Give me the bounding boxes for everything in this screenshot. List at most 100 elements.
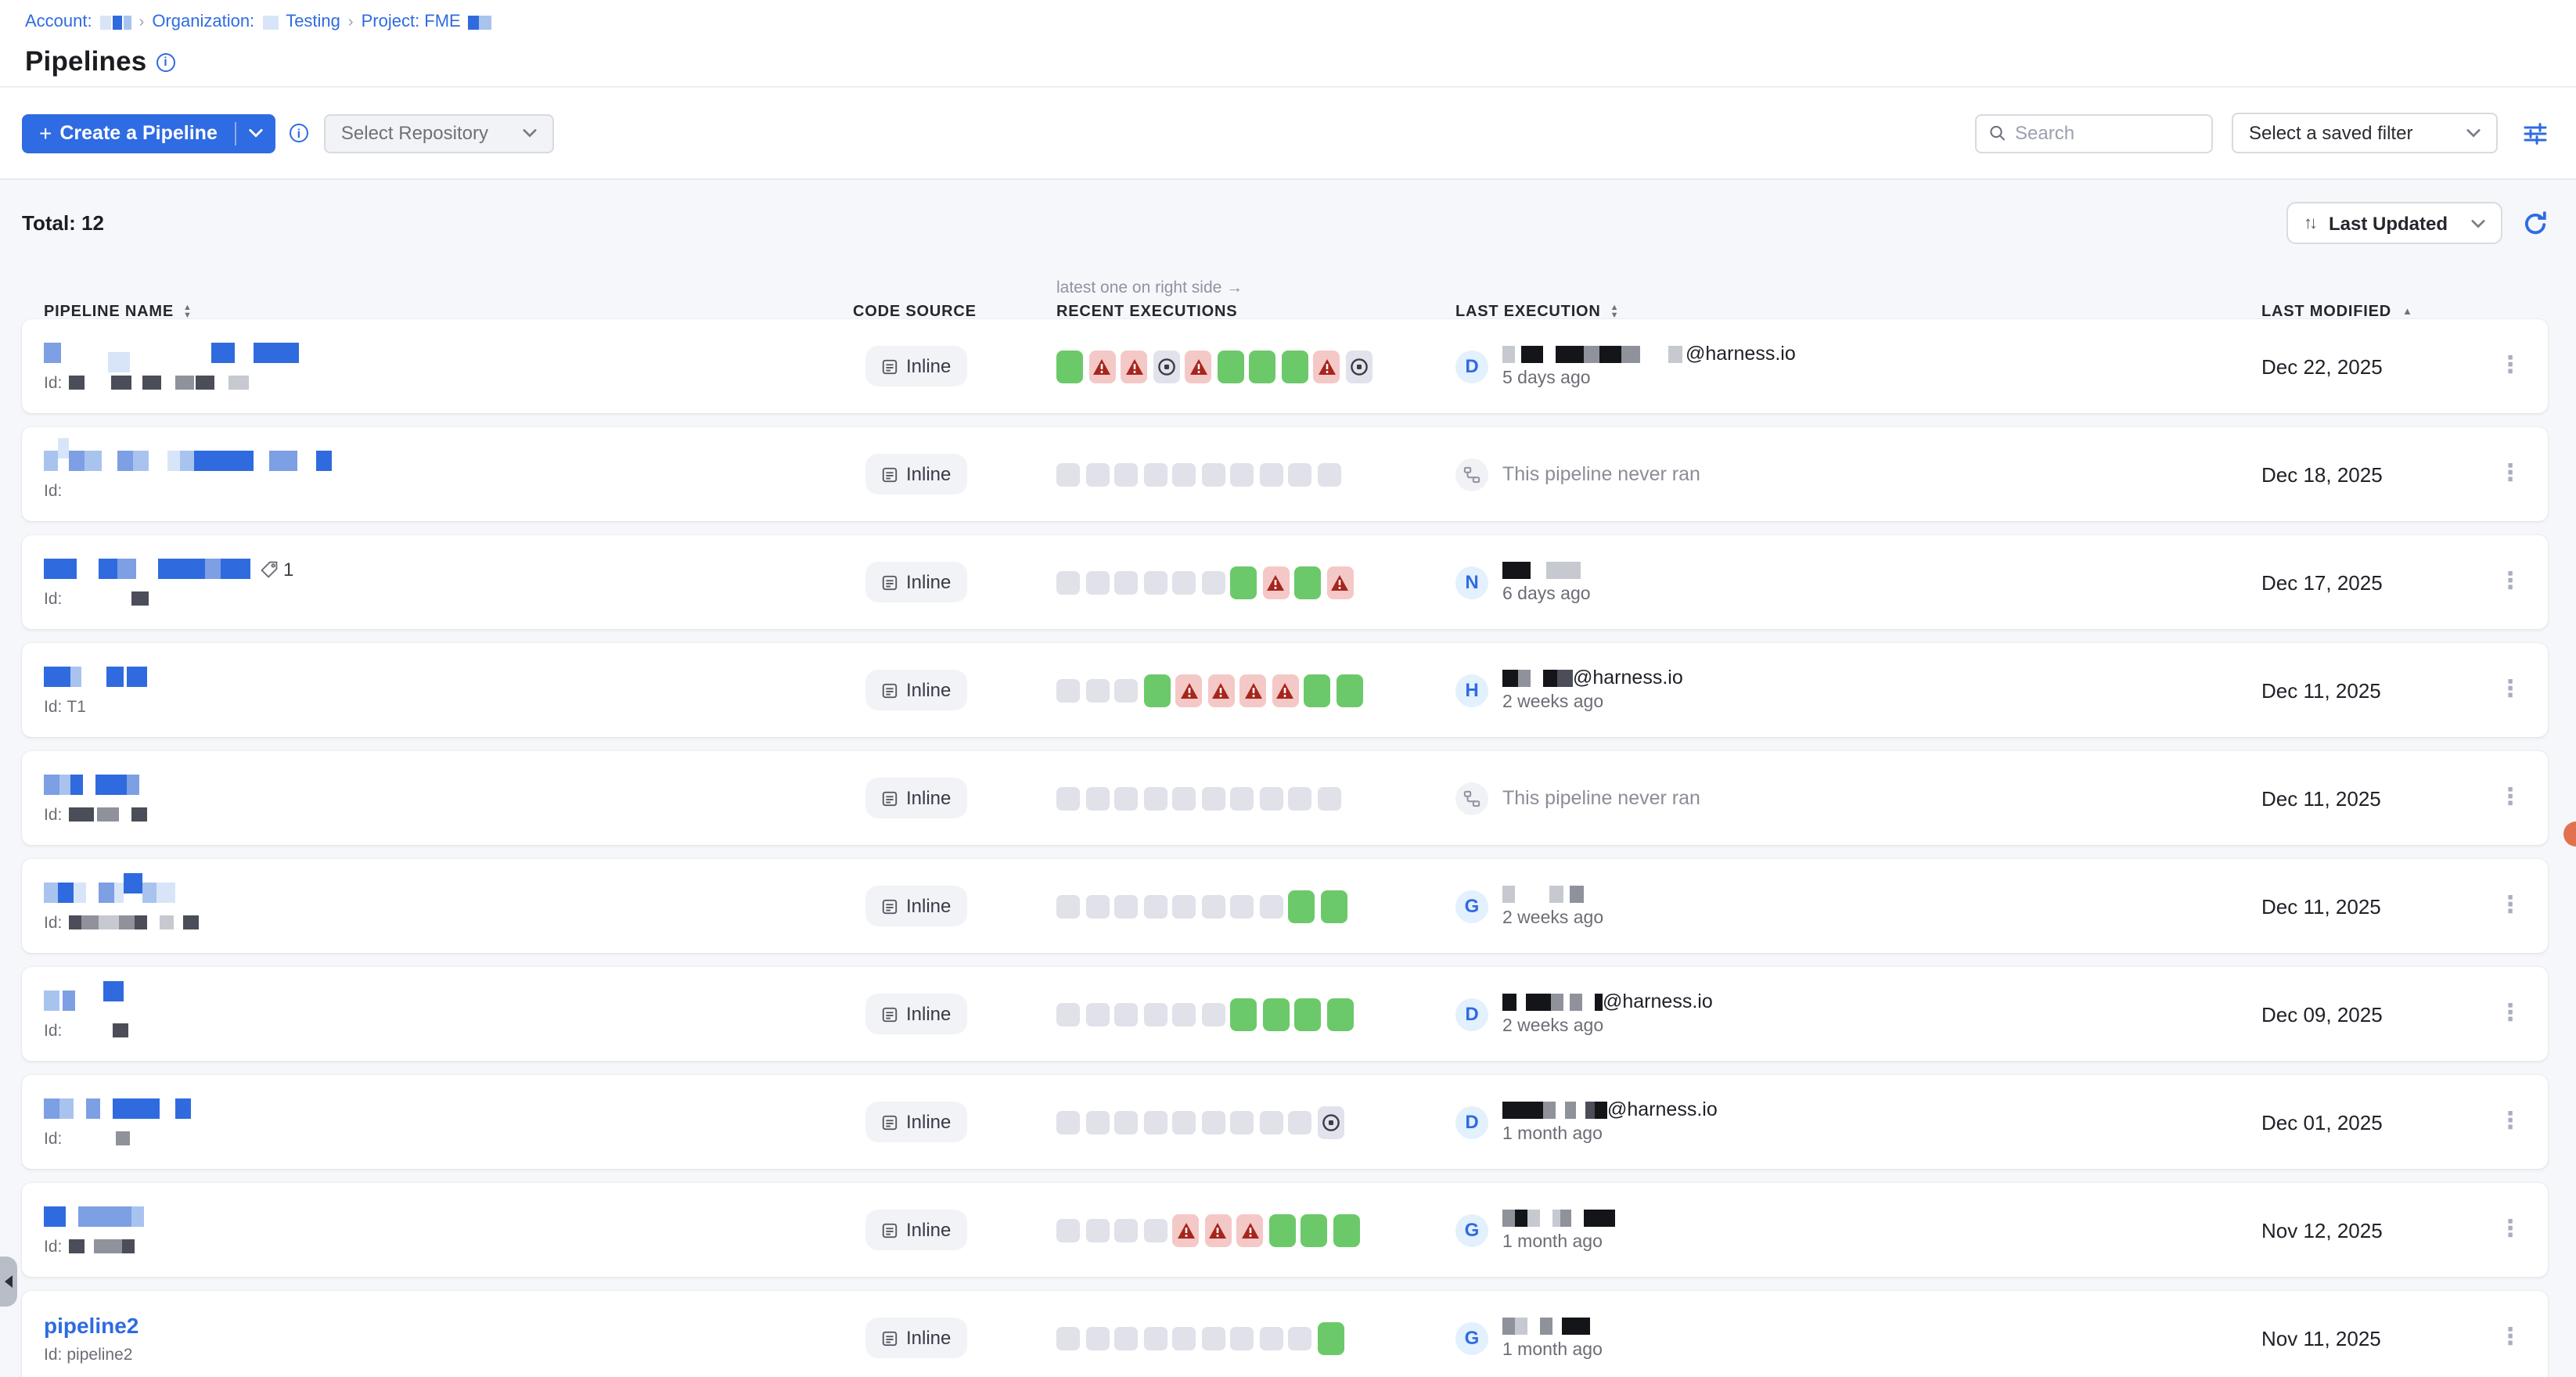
execution-status-success[interactable] bbox=[1333, 1213, 1359, 1246]
pipeline-name-redacted: 1 bbox=[44, 558, 853, 580]
execution-status-success[interactable] bbox=[1294, 566, 1321, 599]
pipeline-row[interactable]: Id:InlineD@harness.io5 days agoDec 22, 2… bbox=[22, 319, 2548, 413]
search-input[interactable] bbox=[2015, 122, 2199, 144]
redacted-block bbox=[106, 667, 124, 687]
row-menu-button[interactable]: ⋮ bbox=[2473, 1006, 2548, 1022]
execution-status-success[interactable] bbox=[1056, 350, 1083, 383]
create-pipeline-button[interactable]: + Create a Pipeline bbox=[22, 113, 235, 153]
execution-status-failed[interactable] bbox=[1204, 1213, 1231, 1246]
execution-status-success[interactable] bbox=[1317, 1321, 1344, 1354]
pipeline-row[interactable]: 1Id:InlineN6 days agoDec 17, 2025⋮ bbox=[22, 535, 2548, 629]
row-menu-button[interactable]: ⋮ bbox=[2473, 574, 2548, 590]
tags-count: 1 bbox=[260, 558, 293, 580]
execution-status-aborted[interactable] bbox=[1153, 350, 1179, 383]
breadcrumb-account-link[interactable]: Account: bbox=[25, 13, 92, 31]
breadcrumb-project-link[interactable]: Project: FME bbox=[362, 13, 461, 31]
saved-filter-dropdown[interactable]: Select a saved filter bbox=[2232, 113, 2498, 153]
pipeline-id-label: Id: bbox=[44, 481, 62, 500]
execution-status-failed[interactable] bbox=[1272, 674, 1298, 706]
pipeline-id-label: Id: bbox=[44, 1021, 62, 1040]
execution-status-success[interactable] bbox=[1326, 998, 1353, 1030]
column-header-last-modified[interactable]: LAST MODIFIED ▲ bbox=[2261, 304, 2473, 321]
sort-ascending-icon: ▲ bbox=[2402, 307, 2413, 318]
sidebar-collapse-handle[interactable] bbox=[0, 1257, 17, 1307]
row-menu-button[interactable]: ⋮ bbox=[2473, 1222, 2548, 1238]
inline-source-icon bbox=[881, 789, 898, 807]
pipeline-row[interactable]: Id:InlineG1 month agoNov 12, 2025⋮ bbox=[22, 1183, 2548, 1277]
row-menu-button[interactable]: ⋮ bbox=[2473, 790, 2548, 806]
pipeline-row[interactable]: Id:InlineThis pipeline never ranDec 18, … bbox=[22, 427, 2548, 521]
execution-status-failed[interactable] bbox=[1175, 674, 1202, 706]
execution-status-success[interactable] bbox=[1281, 350, 1308, 383]
breadcrumb-org-name-link[interactable]: Testing bbox=[286, 13, 340, 31]
redacted-block bbox=[1502, 1101, 1543, 1118]
user-avatar[interactable]: D bbox=[1455, 998, 1488, 1030]
execution-status-failed[interactable] bbox=[1185, 350, 1211, 383]
execution-status-success[interactable] bbox=[1288, 890, 1315, 922]
row-menu-button[interactable]: ⋮ bbox=[2473, 682, 2548, 698]
execution-status-failed[interactable] bbox=[1236, 1213, 1263, 1246]
execution-status-failed[interactable] bbox=[1121, 350, 1147, 383]
user-avatar[interactable]: D bbox=[1455, 350, 1488, 383]
refresh-icon[interactable] bbox=[2523, 210, 2548, 235]
execution-status-success[interactable] bbox=[1268, 1213, 1295, 1246]
page-info-icon[interactable]: i bbox=[157, 52, 175, 71]
execution-status-aborted[interactable] bbox=[1317, 1106, 1344, 1138]
sort-dropdown[interactable]: ↑↓ Last Updated bbox=[2286, 202, 2502, 244]
row-menu-button[interactable]: ⋮ bbox=[2473, 1114, 2548, 1130]
column-header-pipeline-name[interactable]: PIPELINE NAME ▲▼ bbox=[22, 304, 853, 321]
execution-status-success[interactable] bbox=[1217, 350, 1243, 383]
execution-status-success[interactable] bbox=[1294, 998, 1321, 1030]
column-header-last-execution[interactable]: LAST EXECUTION ▲▼ bbox=[1440, 304, 2261, 321]
redacted-block bbox=[100, 15, 111, 29]
user-avatar[interactable]: G bbox=[1455, 890, 1488, 922]
redacted-block bbox=[254, 343, 299, 363]
user-avatar[interactable]: G bbox=[1455, 1213, 1488, 1246]
user-avatar[interactable]: N bbox=[1455, 566, 1488, 599]
execution-status-failed[interactable] bbox=[1313, 350, 1340, 383]
user-avatar[interactable]: D bbox=[1455, 1106, 1488, 1138]
pipeline-row[interactable]: Id:InlineG2 weeks agoDec 11, 2025⋮ bbox=[22, 859, 2548, 953]
execution-status-success[interactable] bbox=[1230, 998, 1257, 1030]
execution-status-success[interactable] bbox=[1301, 1213, 1327, 1246]
pipeline-row[interactable]: Id:InlineD@harness.io2 weeks agoDec 09, … bbox=[22, 967, 2548, 1061]
pipeline-row[interactable]: pipeline2Id:pipeline2InlineG1 month agoN… bbox=[22, 1291, 2548, 1377]
execution-status-failed[interactable] bbox=[1262, 566, 1289, 599]
execution-status-success[interactable] bbox=[1230, 566, 1257, 599]
execution-status-failed[interactable] bbox=[1172, 1213, 1199, 1246]
breadcrumb-organization-link[interactable]: Organization: bbox=[152, 13, 254, 31]
pipeline-row[interactable]: Id:InlineD@harness.io1 month agoDec 01, … bbox=[22, 1075, 2548, 1169]
recent-executions bbox=[1056, 462, 1440, 486]
execution-status-failed[interactable] bbox=[1239, 674, 1266, 706]
row-menu-button[interactable]: ⋮ bbox=[2473, 1330, 2548, 1346]
execution-status-success[interactable] bbox=[1336, 674, 1362, 706]
select-repository-dropdown[interactable]: Select Repository bbox=[324, 113, 554, 153]
execution-status-success[interactable] bbox=[1262, 998, 1289, 1030]
filter-settings-icon[interactable] bbox=[2523, 121, 2548, 145]
redacted-block bbox=[59, 775, 70, 795]
redacted-block bbox=[1546, 561, 1581, 578]
row-menu-button[interactable]: ⋮ bbox=[2473, 898, 2548, 914]
list-body: Total: 12 ↑↓ Last Updated PIPELINE NAME … bbox=[0, 202, 2576, 1377]
row-menu-button[interactable]: ⋮ bbox=[2473, 466, 2548, 482]
execution-status-aborted[interactable] bbox=[1345, 350, 1372, 383]
execution-status-success[interactable] bbox=[1320, 890, 1347, 922]
execution-status-success[interactable] bbox=[1304, 674, 1330, 706]
pipeline-name-link[interactable]: pipeline2 bbox=[44, 1312, 139, 1337]
user-avatar[interactable]: G bbox=[1455, 1321, 1488, 1354]
redacted-block bbox=[44, 343, 61, 363]
pipeline-row[interactable]: Id:InlineThis pipeline never ranDec 11, … bbox=[22, 751, 2548, 845]
create-pipeline-info-icon[interactable]: i bbox=[290, 124, 308, 142]
execution-status-failed[interactable] bbox=[1326, 566, 1353, 599]
breadcrumb-separator: › bbox=[139, 13, 145, 31]
execution-status-success[interactable] bbox=[1249, 350, 1275, 383]
row-menu-button[interactable]: ⋮ bbox=[2473, 358, 2548, 374]
execution-status-success[interactable] bbox=[1143, 674, 1170, 706]
redacted-block bbox=[1570, 993, 1582, 1010]
create-pipeline-caret-button[interactable] bbox=[236, 113, 275, 153]
user-avatar[interactable]: H bbox=[1455, 674, 1488, 706]
pipeline-row[interactable]: Id:T1InlineH@harness.io2 weeks agoDec 11… bbox=[22, 643, 2548, 737]
pipelines-page: Account: › Organization: Testing › Proje… bbox=[0, 0, 2576, 1377]
execution-status-failed[interactable] bbox=[1088, 350, 1115, 383]
execution-status-failed[interactable] bbox=[1207, 674, 1234, 706]
